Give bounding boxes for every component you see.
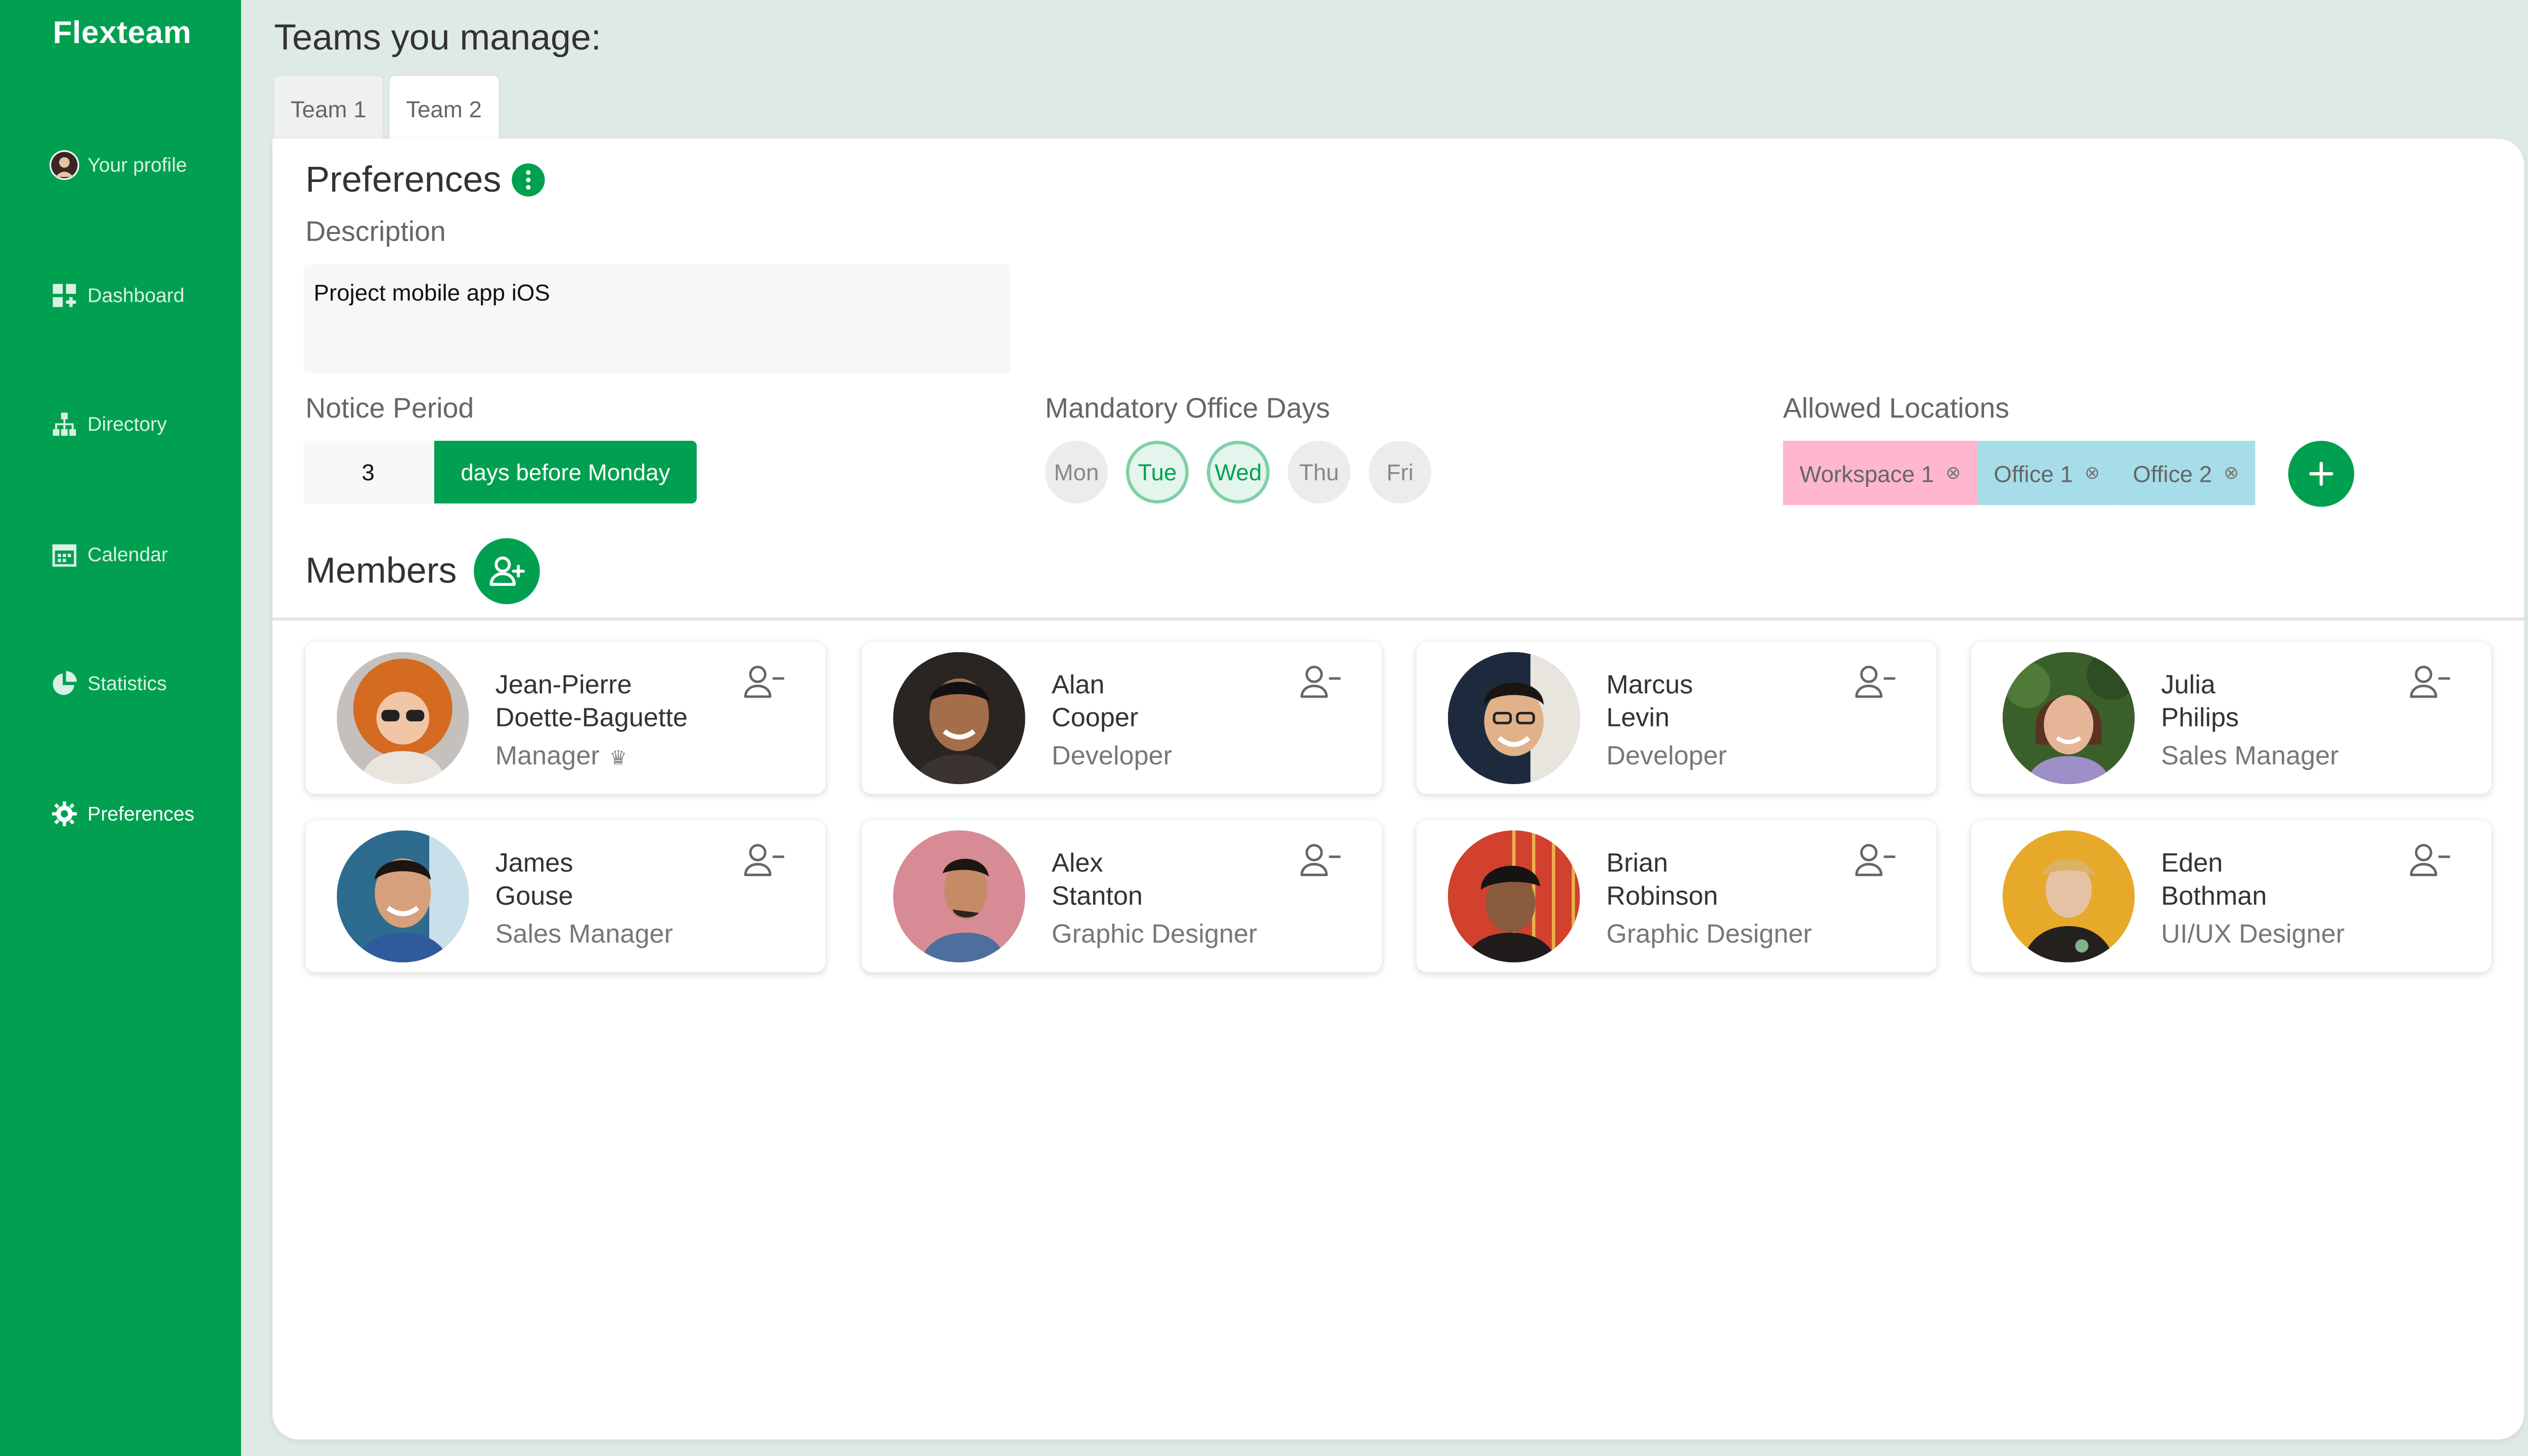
sidebar-item-label: Preferences bbox=[87, 802, 195, 826]
sidebar-item-statistics[interactable]: Statistics bbox=[50, 668, 167, 698]
sidebar-item-label: Statistics bbox=[87, 671, 167, 695]
member-name: Marcus Levin bbox=[1606, 671, 1693, 733]
more-info-icon[interactable] bbox=[511, 163, 545, 197]
day-wed[interactable]: Wed bbox=[1206, 440, 1270, 504]
member-role: Developer bbox=[1051, 743, 1172, 771]
team-preferences-card: Preferences Description Project mobile a… bbox=[272, 139, 2524, 1440]
remove-user-icon[interactable] bbox=[743, 664, 786, 700]
member-name: Alan Cooper bbox=[1051, 671, 1139, 733]
user-plus-icon bbox=[489, 556, 525, 586]
member-card[interactable]: Alex Stanton Graphic Designer bbox=[862, 820, 1382, 973]
remove-circle-icon[interactable]: ⊗ bbox=[1946, 462, 1961, 484]
avatar bbox=[2002, 652, 2135, 785]
member-role: Graphic Designer bbox=[1051, 921, 1257, 949]
location-chip-office-2: Office 2 ⊗ bbox=[2116, 440, 2255, 506]
remove-user-icon[interactable] bbox=[1299, 842, 1342, 878]
sidebar-item-profile[interactable]: Your profile bbox=[49, 150, 187, 180]
member-role: Manager ♛ bbox=[495, 743, 627, 771]
org-chart-icon bbox=[50, 410, 79, 439]
member-card[interactable]: Eden Bothman UI/UX Designer bbox=[1971, 820, 2492, 973]
add-location-button[interactable] bbox=[2288, 440, 2355, 507]
preferences-title: Preferences bbox=[305, 158, 502, 200]
notice-period-unit-button[interactable]: days before Monday bbox=[434, 440, 697, 504]
remove-user-icon[interactable] bbox=[1854, 664, 1897, 700]
tab-team-2[interactable]: Team 2 bbox=[388, 74, 500, 142]
members-title: Members bbox=[305, 550, 457, 591]
description-label: Description bbox=[305, 216, 446, 248]
avatar bbox=[49, 150, 79, 180]
sidebar-item-dashboard[interactable]: Dashboard bbox=[50, 281, 185, 310]
member-name: Julia Philips bbox=[2161, 671, 2239, 733]
avatar bbox=[337, 652, 469, 785]
add-member-button[interactable] bbox=[473, 538, 539, 605]
member-role: Graphic Designer bbox=[1606, 921, 1812, 949]
location-chip-label: Workspace 1 bbox=[1799, 460, 1934, 486]
location-chip-office-1: Office 1 ⊗ bbox=[1977, 440, 2116, 506]
allowed-locations-list: Workspace 1 ⊗ Office 1 ⊗ Office 2 ⊗ bbox=[1783, 440, 2255, 506]
tab-team-1[interactable]: Team 1 bbox=[272, 74, 385, 142]
dashboard-icon bbox=[50, 281, 79, 310]
member-card[interactable]: Brian Robinson Graphic Designer bbox=[1416, 820, 1937, 973]
pie-chart-icon bbox=[50, 668, 79, 698]
day-thu[interactable]: Thu bbox=[1287, 440, 1351, 504]
sidebar-item-label: Calendar bbox=[87, 543, 168, 566]
sidebar-item-label: Dashboard bbox=[87, 284, 185, 307]
page-title: Teams you manage: bbox=[274, 16, 601, 58]
remove-circle-icon[interactable]: ⊗ bbox=[2085, 462, 2100, 484]
sidebar-item-directory[interactable]: Directory bbox=[50, 410, 167, 439]
avatar bbox=[893, 652, 1025, 785]
day-tue[interactable]: Tue bbox=[1125, 440, 1189, 504]
notice-period-label: Notice Period bbox=[305, 393, 474, 425]
divider bbox=[272, 617, 2524, 621]
sidebar-item-label: Your profile bbox=[87, 153, 187, 177]
plus-icon bbox=[2309, 462, 2333, 486]
member-card[interactable]: Jean-Pierre Doette-Baguette Manager ♛ bbox=[305, 642, 826, 794]
remove-user-icon[interactable] bbox=[743, 842, 786, 878]
member-card[interactable]: James Gouse Sales Manager bbox=[305, 820, 826, 973]
location-chip-label: Office 2 bbox=[2133, 460, 2213, 486]
member-name: Brian Robinson bbox=[1606, 850, 1718, 912]
member-role: UI/UX Designer bbox=[2161, 921, 2345, 949]
day-mon[interactable]: Mon bbox=[1045, 440, 1108, 504]
location-chip-workspace-1: Workspace 1 ⊗ bbox=[1783, 440, 1977, 506]
remove-circle-icon[interactable]: ⊗ bbox=[2224, 462, 2239, 484]
remove-user-icon[interactable] bbox=[2409, 842, 2452, 878]
team-tabs: Team 1 Team 2 bbox=[272, 74, 504, 142]
avatar bbox=[1448, 652, 1580, 785]
member-name: Alex Stanton bbox=[1051, 850, 1143, 912]
member-card[interactable]: Alan Cooper Developer bbox=[862, 642, 1382, 794]
member-name: Jean-Pierre Doette-Baguette bbox=[495, 671, 688, 733]
brand-logo[interactable]: Flexteam bbox=[53, 17, 191, 53]
calendar-icon bbox=[50, 540, 79, 570]
preferences-heading: Preferences bbox=[305, 158, 545, 201]
office-days-label: Mandatory Office Days bbox=[1045, 393, 1330, 425]
day-fri[interactable]: Fri bbox=[1368, 440, 1432, 504]
remove-user-icon[interactable] bbox=[1854, 842, 1897, 878]
description-field[interactable]: Project mobile app iOS bbox=[303, 264, 1011, 373]
location-chip-label: Office 1 bbox=[1994, 460, 2073, 486]
member-card[interactable]: Marcus Levin Developer bbox=[1416, 642, 1937, 794]
sidebar-item-label: Directory bbox=[87, 413, 167, 436]
member-name: James Gouse bbox=[495, 850, 573, 912]
member-role: Developer bbox=[1606, 743, 1727, 771]
member-name: Eden Bothman bbox=[2161, 850, 2267, 912]
notice-period-input[interactable]: 3 bbox=[303, 440, 433, 504]
sidebar: Flexteam Your profile Dashboard Director… bbox=[0, 0, 241, 1456]
office-days-selector: Mon Tue Wed Thu Fri bbox=[1045, 440, 1450, 504]
member-role: Sales Manager bbox=[2161, 743, 2339, 771]
sidebar-item-preferences[interactable]: Preferences bbox=[50, 799, 194, 829]
remove-user-icon[interactable] bbox=[1299, 664, 1342, 700]
allowed-locations-label: Allowed Locations bbox=[1783, 393, 2009, 425]
avatar bbox=[337, 830, 469, 963]
avatar bbox=[1448, 830, 1580, 963]
sidebar-item-calendar[interactable]: Calendar bbox=[50, 540, 168, 570]
gear-icon bbox=[50, 799, 79, 829]
remove-user-icon[interactable] bbox=[2409, 664, 2452, 700]
avatar bbox=[893, 830, 1025, 963]
members-heading: Members bbox=[305, 538, 539, 605]
crown-icon: ♛ bbox=[609, 746, 627, 769]
avatar bbox=[2002, 830, 2135, 963]
member-card[interactable]: Julia Philips Sales Manager bbox=[1971, 642, 2492, 794]
member-role: Sales Manager bbox=[495, 921, 673, 949]
